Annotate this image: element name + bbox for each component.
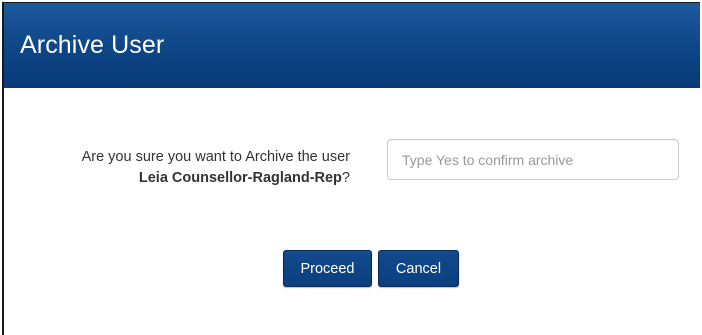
proceed-button[interactable]: Proceed xyxy=(283,250,372,287)
confirm-archive-input[interactable] xyxy=(387,139,679,180)
confirm-message: Are you sure you want to Archive the use… xyxy=(60,147,350,189)
username: Leia Counsellor-Ragland-Rep xyxy=(138,170,342,186)
cancel-button[interactable]: Cancel xyxy=(378,250,459,287)
confirm-message-suffix: ? xyxy=(341,170,350,186)
dialog-actions: Proceed Cancel xyxy=(283,250,459,287)
archive-user-dialog: Archive User Are you sure you want to Ar… xyxy=(2,2,700,335)
confirm-message-text: Are you sure you want to Archive the use… xyxy=(81,149,350,165)
dialog-body: Are you sure you want to Archive the use… xyxy=(4,88,700,334)
dialog-title: Archive User xyxy=(20,31,165,59)
dialog-header: Archive User xyxy=(4,3,700,88)
